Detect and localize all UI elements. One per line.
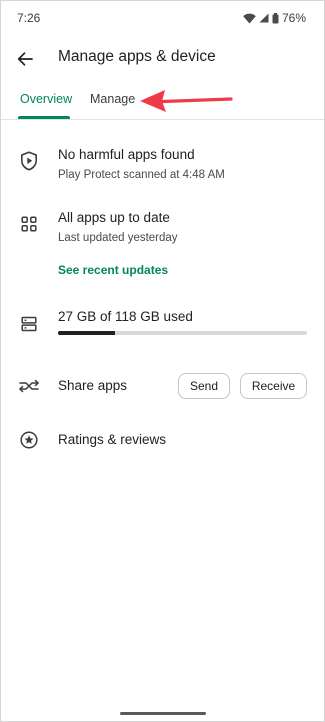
status-bar: 7:26 76% (1, 1, 324, 35)
see-recent-updates-link[interactable]: See recent updates (58, 263, 168, 277)
battery-percent: 76% (281, 11, 306, 25)
updates-status-subtitle: Last updated yesterday (58, 232, 178, 244)
share-arrows-icon (19, 376, 39, 396)
share-apps-title: Share apps (58, 378, 128, 393)
cellular-signal-icon (259, 13, 269, 23)
gesture-navigation-bar[interactable] (120, 712, 206, 715)
storage-usage-bar (58, 331, 307, 335)
receive-button[interactable]: Receive (240, 373, 307, 399)
protect-status-title: No harmful apps found (58, 147, 195, 162)
storage-usage-title: 27 GB of 118 GB used (58, 309, 193, 324)
page-title: Manage apps & device (58, 48, 216, 65)
battery-icon (272, 12, 279, 24)
updates-status-title: All apps up to date (58, 210, 170, 225)
ratings-reviews-item[interactable]: Ratings & reviews (58, 432, 166, 447)
shield-play-icon (19, 151, 39, 171)
apps-grid-icon (19, 214, 39, 234)
status-icons: 76% (243, 11, 306, 25)
storage-usage-fill (58, 331, 115, 335)
star-circle-icon (19, 430, 39, 450)
tab-overview[interactable]: Overview (20, 92, 72, 106)
tab-manage[interactable]: Manage (90, 92, 135, 106)
tab-selected-indicator (18, 116, 70, 119)
app-bar: Manage apps & device (1, 39, 324, 79)
wifi-icon (243, 13, 256, 24)
red-arrow-annotation (140, 90, 233, 112)
storage-icon (19, 314, 39, 334)
back-button[interactable] (11, 45, 39, 73)
protect-status-subtitle: Play Protect scanned at 4:48 AM (58, 169, 225, 181)
send-button[interactable]: Send (178, 373, 230, 399)
status-time: 7:26 (17, 11, 41, 25)
back-arrow-icon (17, 52, 33, 66)
